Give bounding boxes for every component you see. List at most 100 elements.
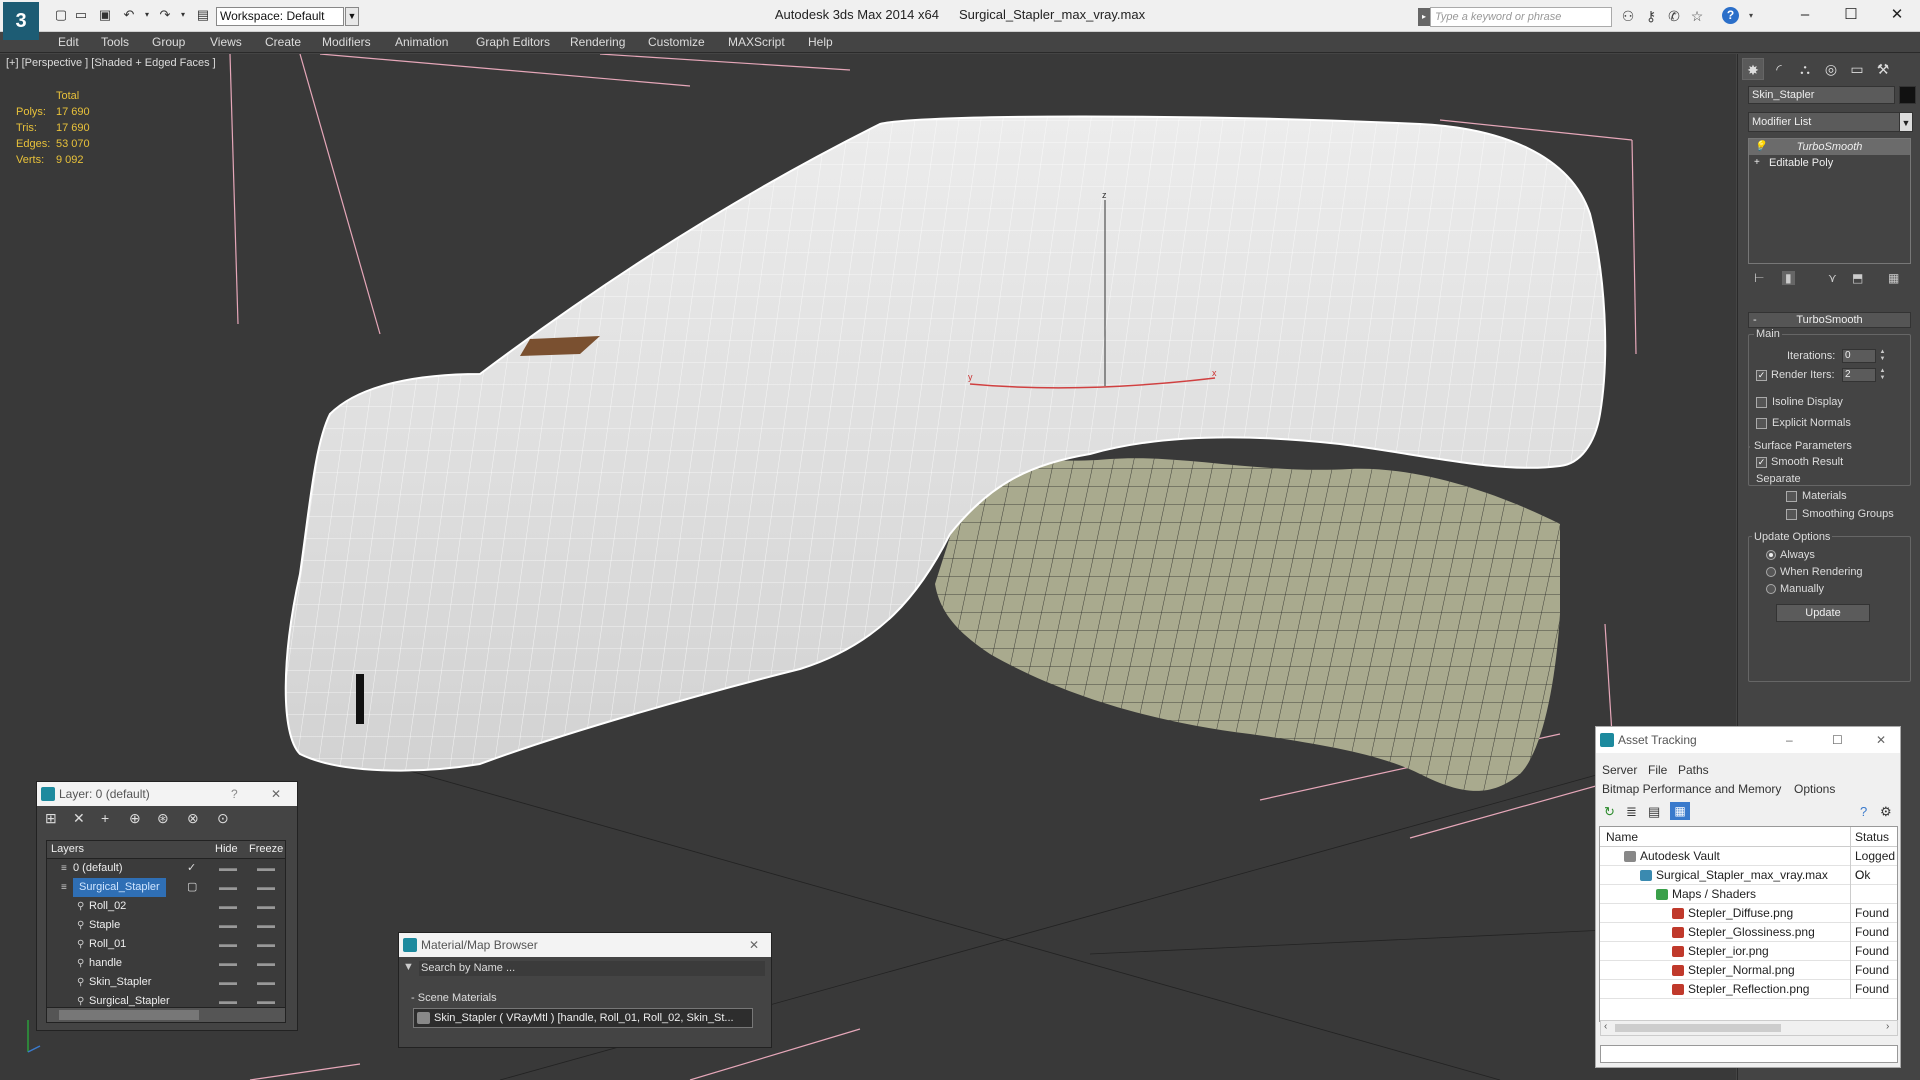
- menu-edit[interactable]: Edit: [58, 35, 79, 49]
- layer-row[interactable]: ⚲ handle ▬▬ ▬▬: [47, 954, 285, 973]
- freeze-toggle[interactable]: ▬▬: [257, 916, 275, 935]
- asset-row[interactable]: Maps / Shaders: [1600, 885, 1897, 904]
- hide-toggle[interactable]: ▬▬: [219, 878, 237, 897]
- modify-tab-icon[interactable]: ◜: [1768, 58, 1790, 80]
- freeze-toggle[interactable]: ▬▬: [257, 859, 275, 878]
- asset-scroll-thumb[interactable]: [1615, 1024, 1781, 1032]
- asset-row[interactable]: Stepler_Normal.png Found: [1600, 961, 1897, 980]
- asset-row[interactable]: Stepler_Glossiness.png Found: [1600, 923, 1897, 942]
- material-search-input[interactable]: Search by Name ...: [419, 961, 765, 976]
- maximize-button[interactable]: ☐: [1828, 0, 1874, 30]
- menu-tools[interactable]: Tools: [101, 35, 129, 49]
- layer-help-icon[interactable]: ?: [231, 782, 238, 806]
- highlight-layer-icon[interactable]: ⊗: [187, 810, 199, 827]
- menu-maxscript[interactable]: MAXScript: [728, 35, 785, 49]
- minimize-button[interactable]: –: [1782, 0, 1828, 30]
- scroll-right-icon[interactable]: ›: [1886, 1021, 1889, 1032]
- layer-row[interactable]: ⚲ Roll_01 ▬▬ ▬▬: [47, 935, 285, 954]
- add-layer-icon[interactable]: +: [101, 810, 109, 826]
- menu-rendering[interactable]: Rendering: [570, 35, 625, 49]
- menu-views[interactable]: Views: [210, 35, 242, 49]
- layer-close-icon[interactable]: ✕: [271, 782, 281, 806]
- remove-modifier-icon[interactable]: ⬒: [1852, 271, 1863, 285]
- layer-row[interactable]: ≡ 0 (default) ✓ ▬▬ ▬▬: [47, 859, 285, 878]
- render-iters-checkbox[interactable]: ✓: [1756, 370, 1767, 381]
- expand-plus-icon[interactable]: +: [1754, 155, 1760, 171]
- keyword-search-input[interactable]: Type a keyword or phrase: [1430, 7, 1612, 27]
- object-color-swatch[interactable]: [1899, 86, 1916, 104]
- viewport-label[interactable]: [+] [Perspective ] [Shaded + Edged Faces…: [6, 57, 216, 69]
- isoline-display-checkbox[interactable]: [1756, 397, 1767, 408]
- turbosmooth-rollout-header[interactable]: - TurboSmooth: [1748, 312, 1911, 328]
- menu-graph-editors[interactable]: Graph Editors: [476, 35, 550, 49]
- name-column-header[interactable]: Name: [1606, 830, 1638, 844]
- asset-minimize-icon[interactable]: –: [1786, 727, 1793, 753]
- scroll-left-icon[interactable]: ‹: [1604, 1021, 1607, 1032]
- hide-toggle[interactable]: ▬▬: [219, 935, 237, 954]
- delete-layer-icon[interactable]: ✕: [73, 810, 85, 827]
- browser-options-icon[interactable]: ▼: [403, 961, 414, 973]
- hide-toggle[interactable]: ▬▬: [219, 954, 237, 973]
- menu-help[interactable]: Help: [808, 35, 833, 49]
- hide-column-header[interactable]: Hide: [215, 843, 238, 855]
- render-iters-spinner-arrows[interactable]: ▲ ▼: [1878, 368, 1887, 382]
- material-browser-titlebar[interactable]: Material/Map Browser ✕: [399, 933, 771, 957]
- asset-menu-server[interactable]: Server: [1602, 763, 1637, 777]
- iterations-spinner-arrows[interactable]: ▲ ▼: [1878, 349, 1887, 363]
- menu-group[interactable]: Group: [152, 35, 185, 49]
- freeze-toggle[interactable]: ▬▬: [257, 878, 275, 897]
- separate-materials-checkbox[interactable]: [1786, 491, 1797, 502]
- asset-maximize-icon[interactable]: ☐: [1832, 727, 1843, 753]
- asset-row[interactable]: Stepler_ior.png Found: [1600, 942, 1897, 961]
- communication-icon[interactable]: ✆: [1665, 6, 1683, 26]
- hierarchy-tab-icon[interactable]: ⛬: [1794, 58, 1816, 80]
- layer-row[interactable]: ≡ Surgical_Stapler ▢ ▬▬ ▬▬: [47, 878, 285, 897]
- asset-settings-icon[interactable]: ⚙: [1880, 804, 1892, 820]
- freeze-column-header[interactable]: Freeze: [249, 843, 283, 855]
- layers-column-header[interactable]: Layers: [51, 843, 84, 855]
- make-unique-icon[interactable]: ⋎: [1828, 271, 1837, 285]
- motion-tab-icon[interactable]: ◎: [1820, 58, 1842, 80]
- display-tab-icon[interactable]: ▭: [1846, 58, 1868, 80]
- menu-modifiers[interactable]: Modifiers: [322, 35, 371, 49]
- scene-materials-group[interactable]: - Scene Materials: [407, 990, 763, 1006]
- favorites-star-icon[interactable]: ☆: [1688, 6, 1706, 26]
- pin-stack-icon[interactable]: ⊢: [1754, 271, 1764, 285]
- utilities-tab-icon[interactable]: ⚒: [1872, 58, 1894, 80]
- smooth-result-checkbox[interactable]: ✓: [1756, 457, 1767, 468]
- freeze-toggle[interactable]: ▬▬: [257, 954, 275, 973]
- hide-toggle[interactable]: ▬▬: [219, 859, 237, 878]
- hide-toggle[interactable]: ▬▬: [219, 916, 237, 935]
- material-item[interactable]: Skin_Stapler ( VRayMtl ) [handle, Roll_0…: [413, 1008, 753, 1028]
- asset-close-icon[interactable]: ✕: [1876, 727, 1886, 753]
- set-current-layer-icon[interactable]: ▢: [187, 878, 197, 897]
- asset-menu-bitmap-performance-and-memory[interactable]: Bitmap Performance and Memory: [1602, 782, 1781, 796]
- configure-sets-icon[interactable]: ▦: [1888, 271, 1899, 285]
- app-logo-icon[interactable]: 3: [3, 2, 39, 40]
- refresh-icon[interactable]: ↻: [1604, 804, 1615, 820]
- asset-menu-file[interactable]: File: [1648, 763, 1667, 777]
- help-dropdown-icon[interactable]: ▾: [1742, 6, 1760, 26]
- lightbulb-icon[interactable]: 💡: [1754, 139, 1766, 155]
- layer-row[interactable]: ⚲ Staple ▬▬ ▬▬: [47, 916, 285, 935]
- layer-manager-icon[interactable]: ⊞: [45, 810, 57, 827]
- manually-radio[interactable]: [1766, 584, 1776, 594]
- menu-create[interactable]: Create: [265, 35, 301, 49]
- hide-all-icon[interactable]: ⊙: [217, 810, 229, 827]
- asset-menu-paths[interactable]: Paths: [1678, 763, 1709, 777]
- render-iters-spinner[interactable]: 2: [1842, 368, 1876, 382]
- search-expand-icon[interactable]: ▸: [1418, 8, 1430, 26]
- layer-panel-titlebar[interactable]: Layer: 0 (default) ? ✕: [37, 782, 297, 806]
- show-end-result-icon[interactable]: ▮: [1782, 271, 1795, 285]
- material-browser-close-icon[interactable]: ✕: [749, 933, 759, 957]
- always-radio[interactable]: [1766, 550, 1776, 560]
- help-icon[interactable]: ?: [1722, 7, 1739, 24]
- add-selection-icon[interactable]: ⊕: [129, 810, 141, 827]
- explicit-normals-checkbox[interactable]: [1756, 418, 1767, 429]
- layer-horizontal-scrollbar[interactable]: [46, 1007, 286, 1023]
- modifier-stack-item[interactable]: + Editable Poly: [1749, 155, 1910, 171]
- freeze-toggle[interactable]: ▬▬: [257, 935, 275, 954]
- asset-row[interactable]: Surgical_Stapler_max_vray.max Ok: [1600, 866, 1897, 885]
- separate-smoothing-checkbox[interactable]: [1786, 509, 1797, 520]
- asset-menu-options[interactable]: Options: [1794, 782, 1835, 796]
